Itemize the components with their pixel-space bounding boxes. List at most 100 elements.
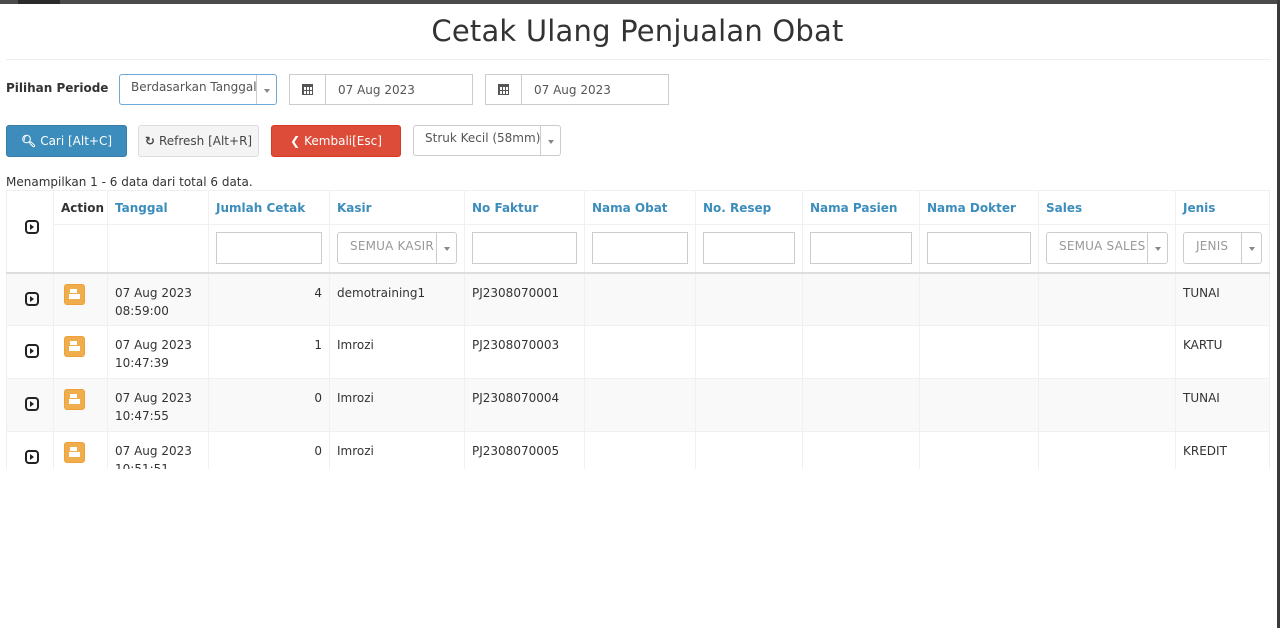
filter-no-resep-input[interactable]	[703, 232, 795, 264]
table-row: 07 Aug 2023 08:59:00 4 demotraining1 PJ23…	[6, 271, 1270, 326]
row-nama-pasien	[802, 378, 920, 432]
row-tanggal: 07 Aug 2023 08:59:00	[107, 271, 209, 326]
row-expand-cell[interactable]	[6, 378, 54, 432]
row-no-faktur: PJ2308070004	[464, 378, 585, 432]
row-no-faktur: PJ2308070003	[464, 325, 585, 379]
play-square-icon	[24, 220, 39, 234]
print-icon[interactable]	[64, 283, 85, 305]
date-from-field[interactable]: 07 Aug 2023	[289, 74, 473, 105]
row-no-resep	[695, 271, 803, 326]
row-kasir: demotraining1	[329, 271, 465, 326]
filter-kasir-cell: SEMUA KASIR	[329, 224, 465, 273]
refresh-icon: ↻	[144, 134, 155, 148]
row-nama-dokter	[919, 325, 1039, 379]
row-jumlah-cetak: 4	[208, 271, 330, 326]
search-icon: 🔍︎	[20, 134, 37, 148]
sales-table: Action Tanggal Jumlah Cetak Kasir No Fak…	[6, 190, 1270, 485]
filter-nama-pasien-input[interactable]	[810, 232, 912, 264]
chevron-down-icon	[436, 233, 456, 263]
col-no-faktur[interactable]: No Faktur	[464, 190, 585, 225]
col-nama-dokter[interactable]: Nama Dokter	[919, 190, 1039, 225]
col-no-resep[interactable]: No. Resep	[695, 190, 803, 225]
filter-kasir-placeholder: SEMUA KASIR	[350, 239, 434, 253]
periode-select[interactable]: Berdasarkan Tanggal	[119, 74, 277, 105]
print-icon[interactable]	[64, 336, 85, 357]
col-sales[interactable]: Sales	[1038, 190, 1176, 225]
row-action-cell	[53, 378, 108, 432]
filter-jumlah-cetak-input[interactable]	[216, 232, 322, 264]
date-to-field[interactable]: 07 Aug 2023	[485, 74, 669, 105]
chevron-down-icon	[256, 75, 276, 104]
filter-nama-pasien-cell	[802, 224, 920, 273]
viewport-clip	[0, 469, 1277, 628]
page-title: Cetak Ulang Penjualan Obat	[431, 14, 844, 48]
row-nama-dokter	[919, 271, 1039, 326]
row-sales	[1038, 325, 1176, 379]
date-from-addon[interactable]	[290, 75, 326, 104]
print-icon[interactable]	[64, 442, 85, 463]
kembali-button[interactable]: ❮ Kembali[Esc]	[271, 125, 401, 157]
row-tanggal-time: 10:47:55	[115, 409, 169, 423]
col-tanggal[interactable]: Tanggal	[107, 190, 209, 225]
row-nama-pasien	[802, 271, 920, 326]
row-action-cell	[53, 325, 108, 379]
row-jenis: TUNAI	[1175, 271, 1270, 326]
table-filter-row: SEMUA KASIR SEMUA SALES JENIS	[7, 224, 1270, 273]
col-jenis[interactable]: Jenis	[1175, 190, 1270, 225]
calendar-icon	[498, 84, 509, 95]
row-jenis: KARTU	[1175, 325, 1270, 379]
filter-tanggal-empty	[107, 224, 209, 273]
struk-select[interactable]: Struk Kecil (58mm)	[413, 125, 561, 156]
col-nama-pasien[interactable]: Nama Pasien	[802, 190, 920, 225]
filter-no-resep-cell	[695, 224, 803, 273]
row-nama-dokter	[919, 378, 1039, 432]
filter-sales-select[interactable]: SEMUA SALES	[1046, 232, 1168, 264]
row-action-cell	[53, 271, 108, 326]
filter-no-faktur-input[interactable]	[472, 232, 577, 264]
print-icon[interactable]	[64, 389, 85, 410]
filter-nama-dokter-cell	[919, 224, 1039, 273]
chevron-down-icon	[540, 126, 560, 155]
col-action: Action	[53, 190, 108, 225]
date-from-value: 07 Aug 2023	[338, 83, 415, 97]
filter-jumlah-cetak-cell	[208, 224, 330, 273]
title-divider	[6, 59, 1270, 60]
row-expand-cell[interactable]	[6, 325, 54, 379]
row-nama-obat	[584, 325, 696, 379]
col-kasir[interactable]: Kasir	[329, 190, 465, 225]
date-to-addon[interactable]	[486, 75, 522, 104]
chevron-down-icon	[1147, 233, 1167, 263]
window-notch	[18, 0, 60, 4]
cari-button-label: Cari [Alt+C]	[40, 134, 113, 148]
table-header-row: Action Tanggal Jumlah Cetak Kasir No Fak…	[6, 190, 1270, 273]
table-info: Menampilkan 1 - 6 data dari total 6 data…	[6, 175, 253, 189]
cari-button[interactable]: 🔍︎ Cari [Alt+C]	[6, 125, 127, 157]
row-tanggal-date: 07 Aug 2023	[115, 338, 192, 352]
row-tanggal-date: 07 Aug 2023	[115, 391, 192, 405]
filter-kasir-select[interactable]: SEMUA KASIR	[337, 232, 457, 264]
row-nama-obat	[584, 378, 696, 432]
row-expand-cell[interactable]	[6, 271, 54, 326]
row-tanggal-date: 07 Aug 2023	[115, 444, 192, 458]
filter-sales-placeholder: SEMUA SALES	[1059, 239, 1146, 253]
refresh-button[interactable]: ↻ Refresh [Alt+R]	[138, 125, 259, 157]
filter-jenis-select[interactable]: JENIS	[1183, 232, 1262, 264]
col-jumlah-cetak[interactable]: Jumlah Cetak	[208, 190, 330, 225]
row-no-resep	[695, 325, 803, 379]
filter-nama-dokter-input[interactable]	[927, 232, 1031, 264]
row-tanggal: 07 Aug 2023 10:47:39	[107, 325, 209, 379]
expand-all-header[interactable]	[6, 190, 54, 273]
row-tanggal-date: 07 Aug 2023	[115, 285, 192, 300]
periode-select-value: Berdasarkan Tanggal	[131, 80, 257, 94]
chevron-down-icon	[1241, 233, 1261, 263]
date-to-value: 07 Aug 2023	[534, 83, 611, 97]
col-nama-obat[interactable]: Nama Obat	[584, 190, 696, 225]
struk-select-value: Struk Kecil (58mm)	[425, 131, 541, 145]
filter-nama-obat-cell	[584, 224, 696, 273]
window-top-bar	[0, 0, 1280, 4]
row-jumlah-cetak: 1	[208, 325, 330, 379]
filter-nama-obat-input[interactable]	[592, 232, 688, 264]
row-tanggal-time: 10:47:39	[115, 356, 169, 370]
play-square-icon	[24, 344, 39, 358]
row-tanggal: 07 Aug 2023 10:47:55	[107, 378, 209, 432]
